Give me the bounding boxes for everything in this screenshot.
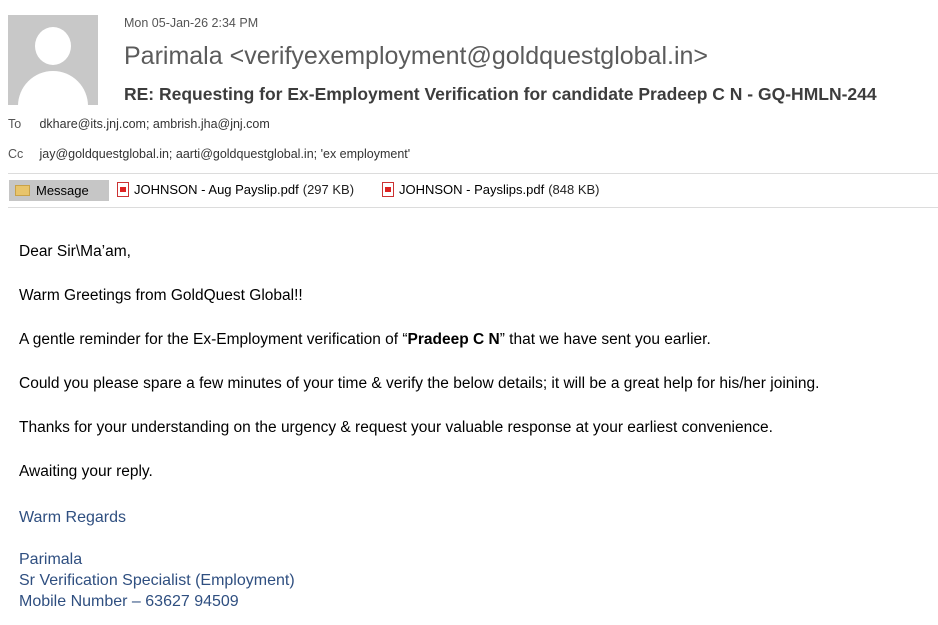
to-recipients[interactable]: dkhare@its.jnj.com; ambrish.jha@jnj.com xyxy=(39,117,269,131)
avatar-head-shape xyxy=(35,27,71,65)
candidate-name: Pradeep C N xyxy=(407,331,500,348)
sender-avatar xyxy=(8,15,98,105)
pdf-icon xyxy=(382,182,394,197)
to-row: To dkhare@its.jnj.com; ambrish.jha@jnj.c… xyxy=(8,117,270,131)
cc-recipients[interactable]: jay@goldquestglobal.in; aarti@goldquestg… xyxy=(39,147,410,161)
email-subject: RE: Requesting for Ex-Employment Verific… xyxy=(124,84,877,104)
pdf-icon xyxy=(117,182,129,197)
sent-date: Mon 05-Jan-26 2:34 PM xyxy=(124,16,259,30)
attachment-size: (297 KB) xyxy=(302,182,355,197)
signature-mobile: Mobile Number – 63627 94509 xyxy=(19,593,239,610)
signature-title: Sr Verification Specialist (Employment) xyxy=(19,572,295,589)
attachment-payslips[interactable]: JOHNSON - Payslips.pdf (848 KB) xyxy=(382,182,600,197)
to-label: To xyxy=(8,117,22,131)
reminder-text-pre: A gentle reminder for the Ex-Employment … xyxy=(19,331,408,348)
body-line-greetings: Warm Greetings from GoldQuest Global!! xyxy=(19,287,303,304)
attachment-size: (848 KB) xyxy=(548,182,600,197)
greeting-line: Dear Sir\Ma’am, xyxy=(19,243,131,260)
attachments-divider xyxy=(8,207,938,208)
body-line-request: Could you please spare a few minutes of … xyxy=(19,375,820,392)
message-tab-label: Message xyxy=(36,183,89,198)
avatar-shoulders-shape xyxy=(18,71,88,105)
attachment-name: JOHNSON - Aug Payslip.pdf xyxy=(134,182,299,197)
attachment-name: JOHNSON - Payslips.pdf xyxy=(399,182,545,197)
cc-label: Cc xyxy=(8,147,24,161)
header-divider xyxy=(8,173,938,174)
signature-name: Parimala xyxy=(19,551,83,568)
sender-name[interactable]: Parimala <verifyexemployment@goldquestgl… xyxy=(124,42,708,71)
body-line-thanks: Thanks for your understanding on the urg… xyxy=(19,419,773,436)
cc-row: Cc jay@goldquestglobal.in; aarti@goldque… xyxy=(8,147,410,161)
reminder-text-post: ” that we have sent you earlier. xyxy=(499,331,711,348)
body-line-awaiting: Awaiting your reply. xyxy=(19,463,153,480)
message-tab[interactable]: Message xyxy=(9,180,109,201)
signature-closing: Warm Regards xyxy=(19,509,126,526)
attachment-aug-payslip[interactable]: JOHNSON - Aug Payslip.pdf (297 KB) xyxy=(117,182,354,197)
body-line-reminder: A gentle reminder for the Ex-Employment … xyxy=(19,331,711,349)
envelope-icon xyxy=(15,185,30,196)
